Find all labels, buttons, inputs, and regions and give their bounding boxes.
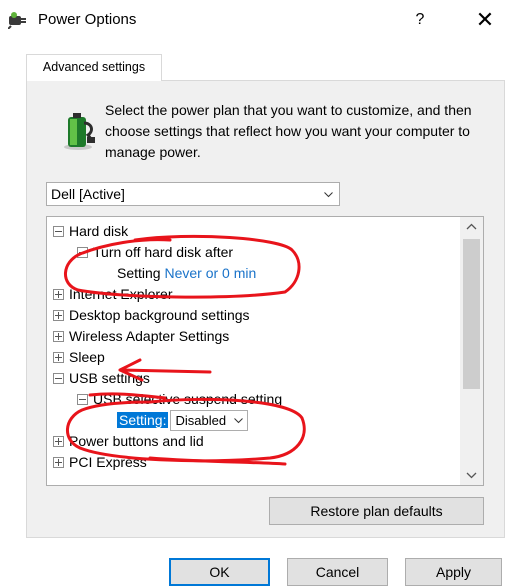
apply-button[interactable]: Apply — [405, 558, 502, 586]
scroll-down-icon[interactable] — [460, 465, 483, 485]
power-plan-select[interactable]: Dell [Active] — [46, 182, 340, 206]
tree-item-wireless-adapter[interactable]: Wireless Adapter Settings — [53, 326, 229, 347]
tree-item-power-buttons[interactable]: Power buttons and lid — [53, 431, 204, 452]
tree-item-turn-off-hard-disk[interactable]: Turn off hard disk after — [77, 242, 233, 263]
tree-item-usb-selective-suspend[interactable]: USB selective suspend setting — [77, 389, 282, 410]
restore-plan-defaults-button[interactable]: Restore plan defaults — [269, 497, 484, 525]
cancel-button[interactable]: Cancel — [287, 558, 388, 586]
setting-label: Setting — [117, 265, 161, 281]
usb-setting-value: Disabled — [175, 413, 227, 428]
settings-tree[interactable]: Hard disk Turn off hard disk after Setti… — [46, 216, 484, 486]
chevron-down-icon — [324, 192, 333, 198]
collapse-icon[interactable] — [77, 247, 88, 258]
collapse-icon[interactable] — [77, 394, 88, 405]
tree-item-internet-explorer[interactable]: Internet Explorer — [53, 284, 173, 305]
expand-icon[interactable] — [53, 352, 64, 363]
hdd-setting-row[interactable]: Setting Never or 0 min — [117, 263, 256, 284]
tree-item-desktop-background[interactable]: Desktop background settings — [53, 305, 250, 326]
usb-setting-dropdown[interactable]: Disabled — [170, 410, 249, 431]
power-plug-icon — [8, 12, 26, 29]
tree-item-sleep[interactable]: Sleep — [53, 347, 105, 368]
ok-button[interactable]: OK — [169, 558, 270, 586]
scrollbar-thumb[interactable] — [463, 239, 480, 389]
vertical-scrollbar[interactable] — [460, 217, 483, 485]
chevron-down-icon — [234, 418, 243, 424]
settings-panel: Select the power plan that you want to c… — [26, 80, 505, 538]
hdd-setting-value-link[interactable]: Never or 0 min — [164, 265, 256, 281]
expand-icon[interactable] — [53, 457, 64, 468]
power-plan-battery-icon — [64, 113, 95, 150]
expand-icon[interactable] — [53, 436, 64, 447]
description-text: Select the power plan that you want to c… — [105, 102, 472, 160]
tab-advanced-settings[interactable]: Advanced settings — [26, 54, 162, 81]
close-button[interactable]: ✕ — [470, 6, 500, 34]
power-options-window: Power Options ? ✕ Advanced settings Sele… — [0, 0, 519, 588]
tree-item-hard-disk[interactable]: Hard disk — [53, 221, 128, 242]
usb-setting-row[interactable]: Setting: Disabled — [117, 410, 249, 431]
help-button[interactable]: ? — [406, 8, 434, 32]
expand-icon[interactable] — [53, 310, 64, 321]
scroll-up-icon[interactable] — [460, 217, 483, 237]
collapse-icon[interactable] — [53, 373, 64, 384]
expand-icon[interactable] — [53, 331, 64, 342]
tree-item-pci-express[interactable]: PCI Express — [53, 452, 147, 473]
setting-label-selected: Setting: — [117, 412, 169, 428]
expand-icon[interactable] — [53, 289, 64, 300]
window-title: Power Options — [38, 11, 137, 28]
power-plan-value: Dell [Active] — [51, 186, 125, 202]
tree-item-usb-settings[interactable]: USB settings — [53, 368, 150, 389]
title-bar: Power Options ? ✕ — [0, 0, 519, 40]
collapse-icon[interactable] — [53, 226, 64, 237]
